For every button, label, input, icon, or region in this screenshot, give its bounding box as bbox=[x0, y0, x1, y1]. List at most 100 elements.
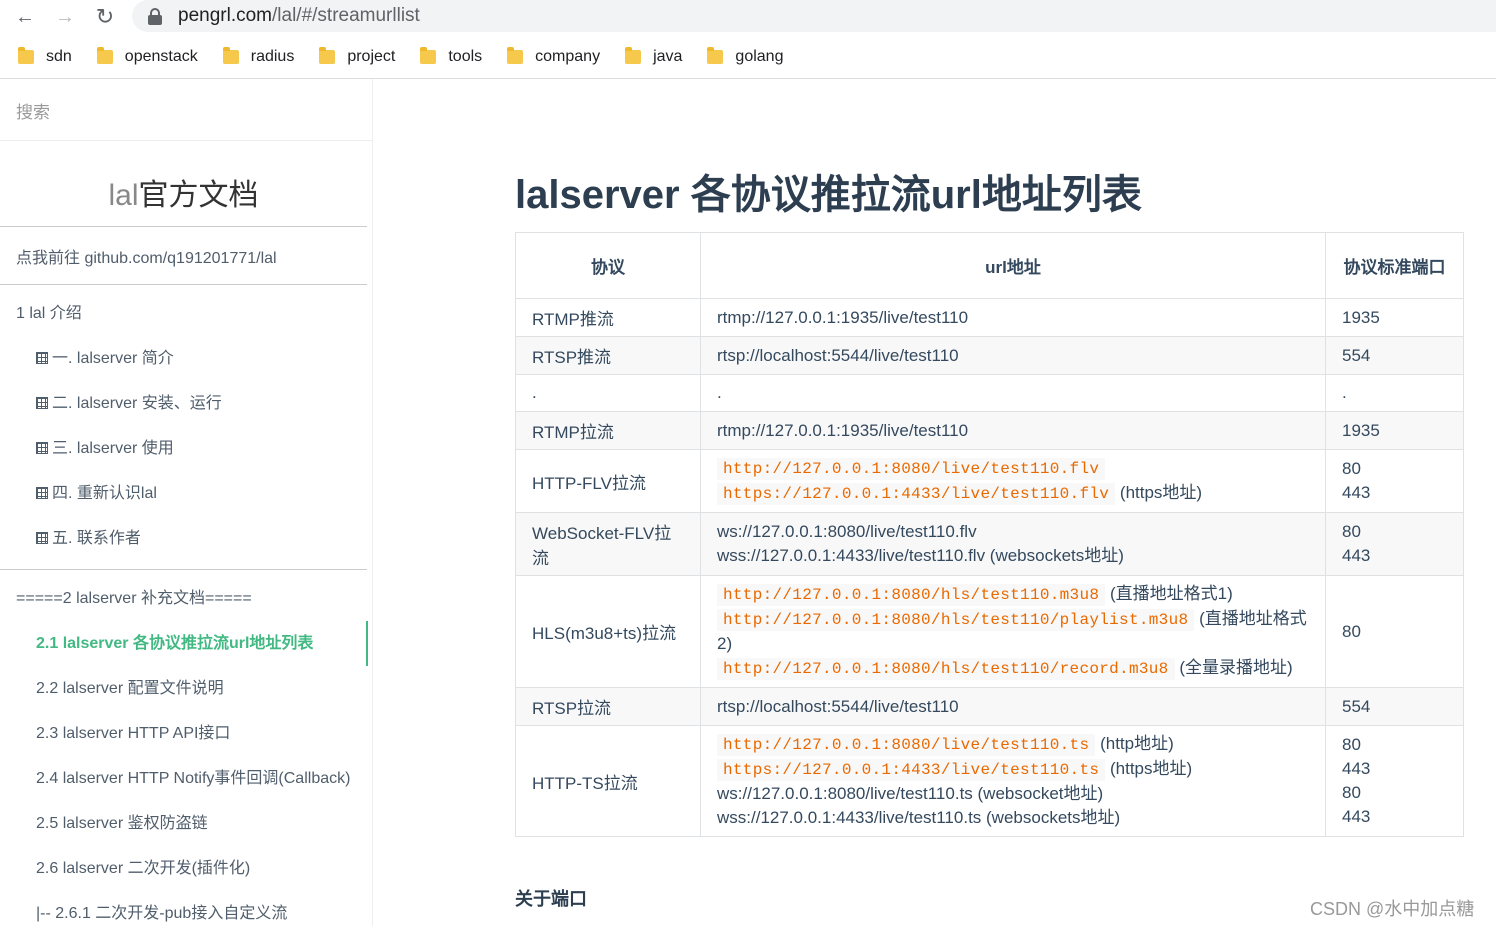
sidebar-item[interactable]: 五. 联系作者 bbox=[0, 516, 372, 561]
port-cell: 80 443 bbox=[1325, 449, 1464, 513]
url-cell: rtsp://localhost:5544/live/test110 bbox=[700, 687, 1326, 726]
bookmark-tools[interactable]: tools bbox=[420, 47, 482, 66]
sidebar-item[interactable]: |-- 2.6.1 二次开发-pub接入自定义流 bbox=[0, 891, 372, 936]
url-line: ws://127.0.0.1:8080/live/test110.ts (web… bbox=[717, 782, 1309, 806]
app-name[interactable]: lal官方文档 bbox=[0, 141, 367, 227]
sidebar-item-label: 2.6 lalserver 二次开发(插件化) bbox=[36, 860, 251, 877]
code-url[interactable]: https://127.0.0.1:4433/live/test110.flv bbox=[717, 483, 1116, 505]
url-text: . bbox=[717, 383, 722, 402]
sidebar-item[interactable]: 2.1 lalserver 各协议推拉流url地址列表 bbox=[0, 621, 368, 666]
table-row: WebSocket-FLV拉流 ws://127.0.0.1:8080/live/… bbox=[515, 512, 1464, 576]
url-line: ws://127.0.0.1:8080/live/test110.flv bbox=[717, 520, 1309, 544]
code-url[interactable]: http://127.0.0.1:8080/hls/test110/playli… bbox=[717, 609, 1195, 631]
url-text: rtsp://localhost:5544/live/test110 bbox=[717, 696, 959, 716]
sidebar-item-label: 2.2 lalserver 配置文件说明 bbox=[36, 680, 224, 697]
protocol-cell: RTMP拉流 bbox=[515, 411, 701, 450]
port-value: 554 bbox=[1342, 345, 1371, 365]
sidebar-item[interactable]: =====2 lalserver 补充文档===== bbox=[0, 576, 372, 621]
url-line: rtsp://localhost:5544/live/test110 bbox=[717, 344, 1309, 368]
url-line: rtsp://localhost:5544/live/test110 bbox=[717, 695, 1309, 719]
code-url[interactable]: http://127.0.0.1:8080/hls/test110.m3u8 bbox=[717, 584, 1106, 606]
url-line: http://127.0.0.1:8080/hls/test110/playli… bbox=[717, 607, 1309, 656]
bookmark-label: java bbox=[653, 48, 683, 65]
url-text: (全量录播地址) bbox=[1179, 658, 1293, 677]
url-line: wss://127.0.0.1:4433/live/test110.ts (we… bbox=[717, 806, 1309, 830]
forward-arrow-icon[interactable]: → bbox=[52, 4, 78, 30]
code-url[interactable]: http://127.0.0.1:8080/live/test110.ts bbox=[717, 734, 1096, 756]
bookmark-java[interactable]: java bbox=[625, 47, 683, 66]
url-cell: . bbox=[700, 374, 1326, 412]
table-row: ... bbox=[515, 374, 1464, 412]
sidebar-item[interactable]: 2.2 lalserver 配置文件说明 bbox=[0, 666, 372, 711]
sidebar-item-label: 1 lal 介绍 bbox=[16, 305, 82, 322]
protocol-cell: . bbox=[515, 374, 701, 412]
bookmark-label: sdn bbox=[46, 48, 72, 65]
sidebar-toc-supplement: =====2 lalserver 补充文档===== 2.1 lalserver … bbox=[0, 570, 372, 936]
folder-icon bbox=[707, 47, 724, 64]
repo-link[interactable]: 点我前往 github.com/q191201771/lal bbox=[0, 227, 367, 285]
url-cell: ws://127.0.0.1:8080/live/test110.flv wss:… bbox=[700, 512, 1326, 576]
port-value: 80 bbox=[1342, 459, 1361, 478]
folder-icon bbox=[625, 47, 642, 64]
sidebar-item[interactable]: 三. lalserver 使用 bbox=[0, 426, 372, 471]
sidebar-item[interactable]: 2.6 lalserver 二次开发(插件化) bbox=[0, 846, 372, 891]
sidebar-item[interactable]: 二. lalserver 安装、运行 bbox=[0, 381, 372, 426]
address-bar[interactable]: pengrl.com/lal/#/streamurllist bbox=[132, 0, 1496, 32]
bookmark-company[interactable]: company bbox=[507, 47, 600, 66]
protocol-cell: WebSocket-FLV拉流 bbox=[515, 512, 701, 576]
port-value: 80 bbox=[1342, 783, 1361, 802]
folder-icon bbox=[507, 47, 524, 64]
app-name-rest: 官方文档 bbox=[138, 179, 259, 212]
url-text: wss://127.0.0.1:4433/live/test110.flv (w… bbox=[717, 546, 1124, 565]
port-value: 80 bbox=[1342, 621, 1361, 641]
table-header-url: url地址 bbox=[700, 232, 1326, 299]
sidebar-toc: 1 lal 介绍一. lalserver 简介二. lalserver 安装、运… bbox=[0, 285, 372, 561]
sidebar-item[interactable]: 2.4 lalserver HTTP Notify事件回调(Callback) bbox=[0, 756, 372, 801]
code-url[interactable]: http://127.0.0.1:8080/live/test110.flv bbox=[717, 458, 1106, 480]
code-url[interactable]: https://127.0.0.1:4433/live/test110.ts bbox=[717, 759, 1106, 781]
url-text: rtmp://127.0.0.1:1935/live/test110 bbox=[717, 420, 969, 440]
bookmark-sdn[interactable]: sdn bbox=[18, 47, 72, 66]
folder-icon bbox=[96, 47, 113, 64]
page-title: lalserver 各协议推拉流url地址列表 bbox=[515, 173, 1142, 217]
sidebar-item-label: 一. lalserver 简介 bbox=[52, 350, 174, 367]
back-arrow-icon[interactable]: ← bbox=[12, 4, 38, 30]
code-url[interactable]: http://127.0.0.1:8080/hls/test110/record… bbox=[717, 658, 1175, 680]
url-line: https://127.0.0.1:4433/live/test110.ts (… bbox=[717, 757, 1309, 782]
port-value: 80 bbox=[1342, 522, 1361, 541]
url-cell: http://127.0.0.1:8080/live/test110.flv h… bbox=[700, 449, 1326, 513]
sidebar-item[interactable]: 1 lal 介绍 bbox=[0, 291, 372, 336]
url-cell: rtmp://127.0.0.1:1935/live/test110 bbox=[700, 411, 1326, 450]
port-value: 554 bbox=[1342, 696, 1371, 716]
folder-icon bbox=[222, 47, 239, 64]
url-text: (直播地址格式1) bbox=[1110, 584, 1233, 603]
url-table: 协议 url地址 协议标准端口 RTMP推流 rtmp://127.0.0.1:1… bbox=[515, 232, 1464, 837]
bookmark-label: openstack bbox=[124, 48, 198, 65]
url-text: (https地址) bbox=[1119, 483, 1203, 502]
port-cell: 80 443 80 443 bbox=[1325, 725, 1464, 837]
table-row: HLS(m3u8+ts)拉流 http://127.0.0.1:8080/hls/… bbox=[515, 575, 1464, 688]
protocol-cell: HLS(m3u8+ts)拉流 bbox=[515, 575, 701, 688]
search-input[interactable]: 搜索 bbox=[0, 79, 372, 141]
port-cell: 1935 bbox=[1325, 411, 1464, 450]
sidebar-item[interactable]: 四. 重新认识lal bbox=[0, 471, 372, 516]
bookmark-radius[interactable]: radius bbox=[222, 47, 294, 66]
bookmark-project[interactable]: project bbox=[319, 47, 395, 66]
table-row: HTTP-TS拉流 http://127.0.0.1:8080/live/test… bbox=[515, 725, 1464, 837]
bookmark-openstack[interactable]: openstack bbox=[96, 47, 198, 66]
bookmark-label: golang bbox=[735, 48, 784, 65]
bookmark-golang[interactable]: golang bbox=[707, 47, 784, 66]
sidebar-item[interactable]: 2.5 lalserver 鉴权防盗链 bbox=[0, 801, 372, 846]
url-line: http://127.0.0.1:8080/live/test110.flv bbox=[717, 456, 1309, 481]
table-row: RTMP拉流 rtmp://127.0.0.1:1935/live/test110… bbox=[515, 411, 1464, 450]
sidebar-item[interactable]: 一. lalserver 简介 bbox=[0, 336, 372, 381]
url-line: wss://127.0.0.1:4433/live/test110.flv (w… bbox=[717, 544, 1309, 568]
sidebar-item-label: 2.1 lalserver 各协议推拉流url地址列表 bbox=[36, 635, 314, 652]
sidebar-item[interactable]: 2.3 lalserver HTTP API接口 bbox=[0, 711, 372, 756]
url-line: rtmp://127.0.0.1:1935/live/test110 bbox=[717, 306, 1309, 330]
port-value: 443 bbox=[1342, 759, 1371, 778]
reload-icon[interactable]: ↻ bbox=[92, 4, 118, 30]
table-row: HTTP-FLV拉流 http://127.0.0.1:8080/live/tes… bbox=[515, 449, 1464, 513]
url-text[interactable]: pengrl.com/lal/#/streamurllist bbox=[178, 5, 420, 27]
sidebar-item-label: 2.4 lalserver HTTP Notify事件回调(Callback) bbox=[36, 770, 351, 787]
